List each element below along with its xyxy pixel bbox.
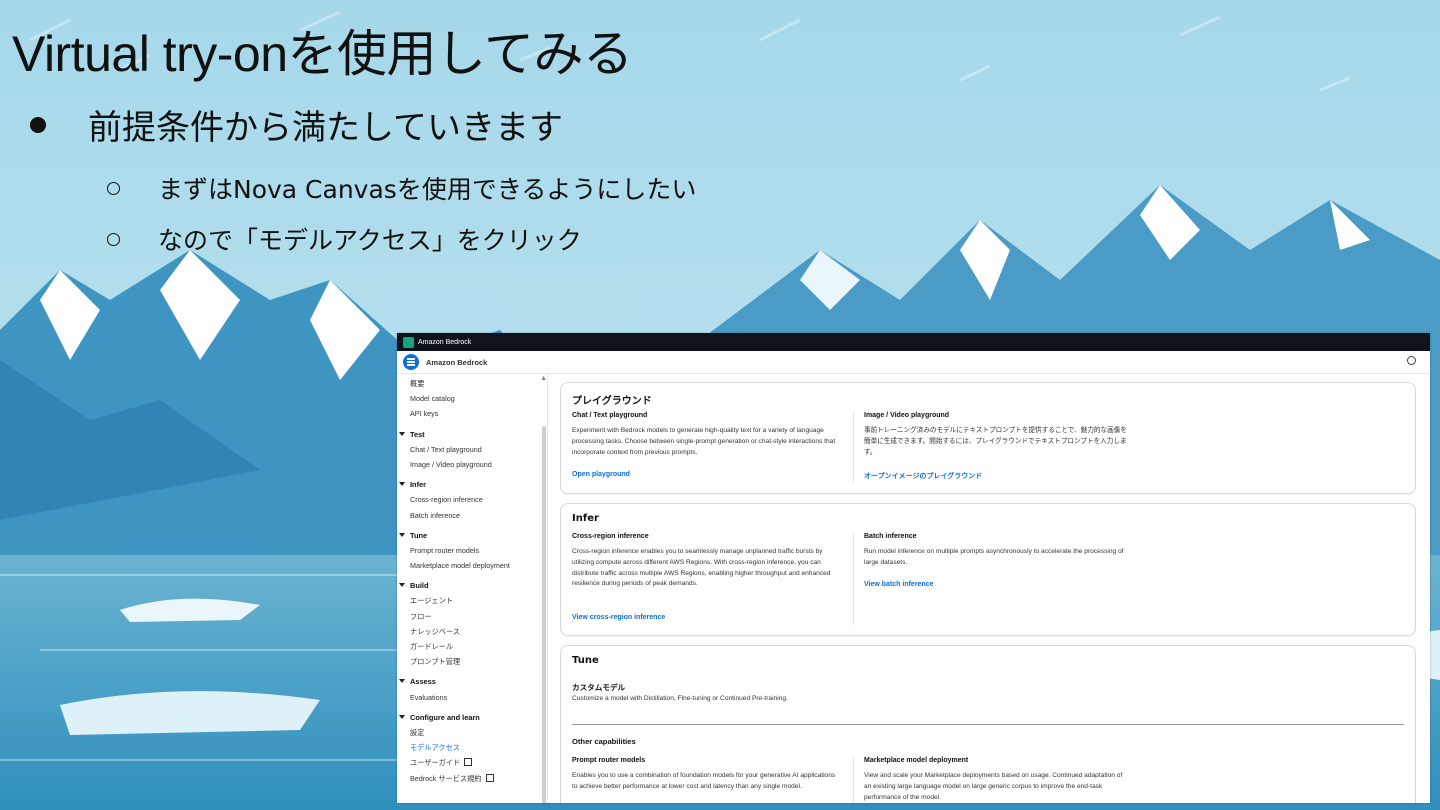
view-cross-region-link[interactable]: View cross-region inference	[572, 614, 665, 621]
nav-item-evaluations[interactable]: Evaluations	[399, 690, 539, 705]
section-heading: Chat / Text playground	[572, 412, 648, 419]
playground-card: プレイグラウンド Chat / Text playground Experime…	[560, 382, 1416, 494]
sub-bullet: まずはNova Canvasを使用できるようにしたい	[107, 170, 696, 206]
section-text: Cross-region inference enables you to se…	[572, 548, 831, 588]
external-link-icon	[485, 773, 494, 782]
scroll-up-icon[interactable]: ▲	[540, 375, 547, 382]
section-text: 事前トレーニング済みのモデルにテキストプロンプトを提供することで、魅力的な画像を…	[864, 427, 1127, 456]
nav-group-infer[interactable]: Infer	[399, 477, 539, 492]
section-heading: Batch inference	[864, 533, 917, 540]
section-text: View and scale your Marketplace deployme…	[864, 772, 1123, 801]
service-name: Amazon Bedrock	[426, 357, 488, 367]
sub-bullet-text: まずはNova Canvasを使用できるようにしたい	[158, 175, 697, 204]
bullet-ring-icon	[107, 181, 120, 195]
sidebar-scrollbar[interactable]	[542, 426, 546, 803]
bullet-ring-icon	[107, 232, 120, 246]
section-heading: Cross-region inference	[572, 533, 649, 540]
section-heading: Other capabilities	[572, 737, 636, 746]
nav-item-knowledge-bases[interactable]: ナレッジベース	[399, 624, 539, 639]
nav-item-api-keys[interactable]: API keys	[399, 406, 539, 421]
caret-down-icon	[399, 679, 405, 684]
open-image-playground-link[interactable]: オープンイメージのプレイグラウンド	[864, 471, 982, 481]
batch-inference-section: Batch inference Run model inference on m…	[864, 533, 1129, 588]
nav-item-chat-playground[interactable]: Chat / Text playground	[399, 442, 539, 457]
bedrock-console-screenshot: Amazon Bedrock Amazon Bedrock ▲ 概要 Model…	[397, 333, 1430, 803]
section-heading: Prompt router models	[572, 757, 646, 764]
main-bullet: 前提条件から満たしていきます	[30, 100, 563, 149]
column-divider	[853, 533, 854, 625]
aws-logo-icon[interactable]	[403, 336, 414, 348]
section-text: Experiment with Bedrock models to genera…	[572, 427, 836, 456]
section-text: Customize a model with Distillation, Fin…	[572, 695, 788, 702]
view-batch-inference-link[interactable]: View batch inference	[864, 581, 934, 588]
marketplace-section: Marketplace model deployment View and sc…	[864, 757, 1129, 803]
service-bar: Amazon Bedrock	[397, 351, 1430, 374]
section-heading: Marketplace model deployment	[864, 757, 969, 764]
nav-group-tune[interactable]: Tune	[399, 528, 539, 543]
nav-group-configure[interactable]: Configure and learn	[399, 710, 539, 725]
nav-item-overview[interactable]: 概要	[399, 376, 539, 391]
settings-icon[interactable]	[1407, 356, 1416, 365]
nav-item-prompt-router[interactable]: Prompt router models	[399, 543, 539, 558]
nav-item-model-catalog[interactable]: Model catalog	[399, 391, 539, 406]
external-link-icon	[464, 758, 473, 767]
section-separator	[572, 724, 1404, 725]
nav-item-prompt-management[interactable]: プロンプト管理	[399, 654, 539, 669]
section-heading: カスタムモデル	[572, 683, 626, 692]
nav-group-test[interactable]: Test	[399, 427, 539, 442]
nav-item-flows[interactable]: フロー	[399, 609, 539, 624]
section-text: Run model inference on multiple prompts …	[864, 548, 1124, 566]
top-brand[interactable]: Amazon Bedrock	[418, 339, 471, 346]
nav-item-user-guide[interactable]: ユーザーガイド	[399, 755, 539, 770]
bullet-dot-icon	[30, 116, 46, 133]
nav-item-settings[interactable]: 設定	[399, 725, 539, 740]
section-heading: Image / Video playground	[864, 412, 950, 419]
side-navigation: ▲ 概要 Model catalog API keys Test Chat / …	[397, 374, 548, 803]
nav-group-assess[interactable]: Assess	[399, 674, 539, 689]
nav-item-cross-region[interactable]: Cross-region inference	[399, 492, 539, 507]
open-playground-link[interactable]: Open playground	[572, 471, 630, 478]
nav-item-service-terms[interactable]: Bedrock サービス規約	[399, 771, 539, 786]
nav-item-agents[interactable]: エージェント	[399, 593, 539, 608]
main-bullet-text: 前提条件から満たしていきます	[88, 108, 563, 148]
nav-group-build[interactable]: Build	[399, 578, 539, 593]
nav-item-batch-inference[interactable]: Batch inference	[399, 508, 539, 523]
caret-down-icon	[399, 431, 405, 436]
chat-playground-section: Chat / Text playground Experiment with B…	[572, 412, 837, 478]
nav-item-image-playground[interactable]: Image / Video playground	[399, 457, 539, 472]
nav-item-model-access[interactable]: モデルアクセス	[399, 740, 539, 755]
column-divider	[853, 757, 854, 803]
sub-bullet: なので「モデルアクセス」をクリック	[107, 221, 582, 257]
section-text: Enables you to use a combination of foun…	[572, 772, 836, 790]
tune-card: Tune カスタムモデル Customize a model with Dist…	[560, 645, 1416, 803]
custom-model-section: カスタムモデル Customize a model with Distillat…	[572, 682, 1072, 705]
menu-icon[interactable]	[403, 354, 419, 370]
console-top-bar: Amazon Bedrock	[397, 333, 1430, 351]
caret-down-icon	[399, 482, 405, 487]
caret-down-icon	[399, 532, 405, 537]
nav-item-guardrails[interactable]: ガードレール	[399, 639, 539, 654]
slide-title: Virtual try-onを使用してみる	[12, 26, 633, 82]
card-title: プレイグラウンド	[572, 396, 652, 407]
caret-down-icon	[399, 714, 405, 719]
sub-bullet-text: なので「モデルアクセス」をクリック	[158, 226, 582, 255]
image-playground-section: Image / Video playground 事前トレーニング済みのモデルに…	[864, 412, 1129, 480]
other-capabilities: Other capabilities	[572, 737, 837, 746]
card-title: Tune	[572, 655, 599, 666]
caret-down-icon	[399, 583, 405, 588]
card-title: Infer	[572, 513, 599, 524]
nav-item-marketplace-deployment[interactable]: Marketplace model deployment	[399, 558, 539, 573]
cross-region-section: Cross-region inference Cross-region infe…	[572, 533, 837, 621]
main-content: プレイグラウンド Chat / Text playground Experime…	[560, 382, 1416, 803]
column-divider	[853, 412, 854, 482]
prompt-router-section: Prompt router models Enables you to use …	[572, 757, 837, 793]
infer-card: Infer Cross-region inference Cross-regio…	[560, 503, 1416, 636]
